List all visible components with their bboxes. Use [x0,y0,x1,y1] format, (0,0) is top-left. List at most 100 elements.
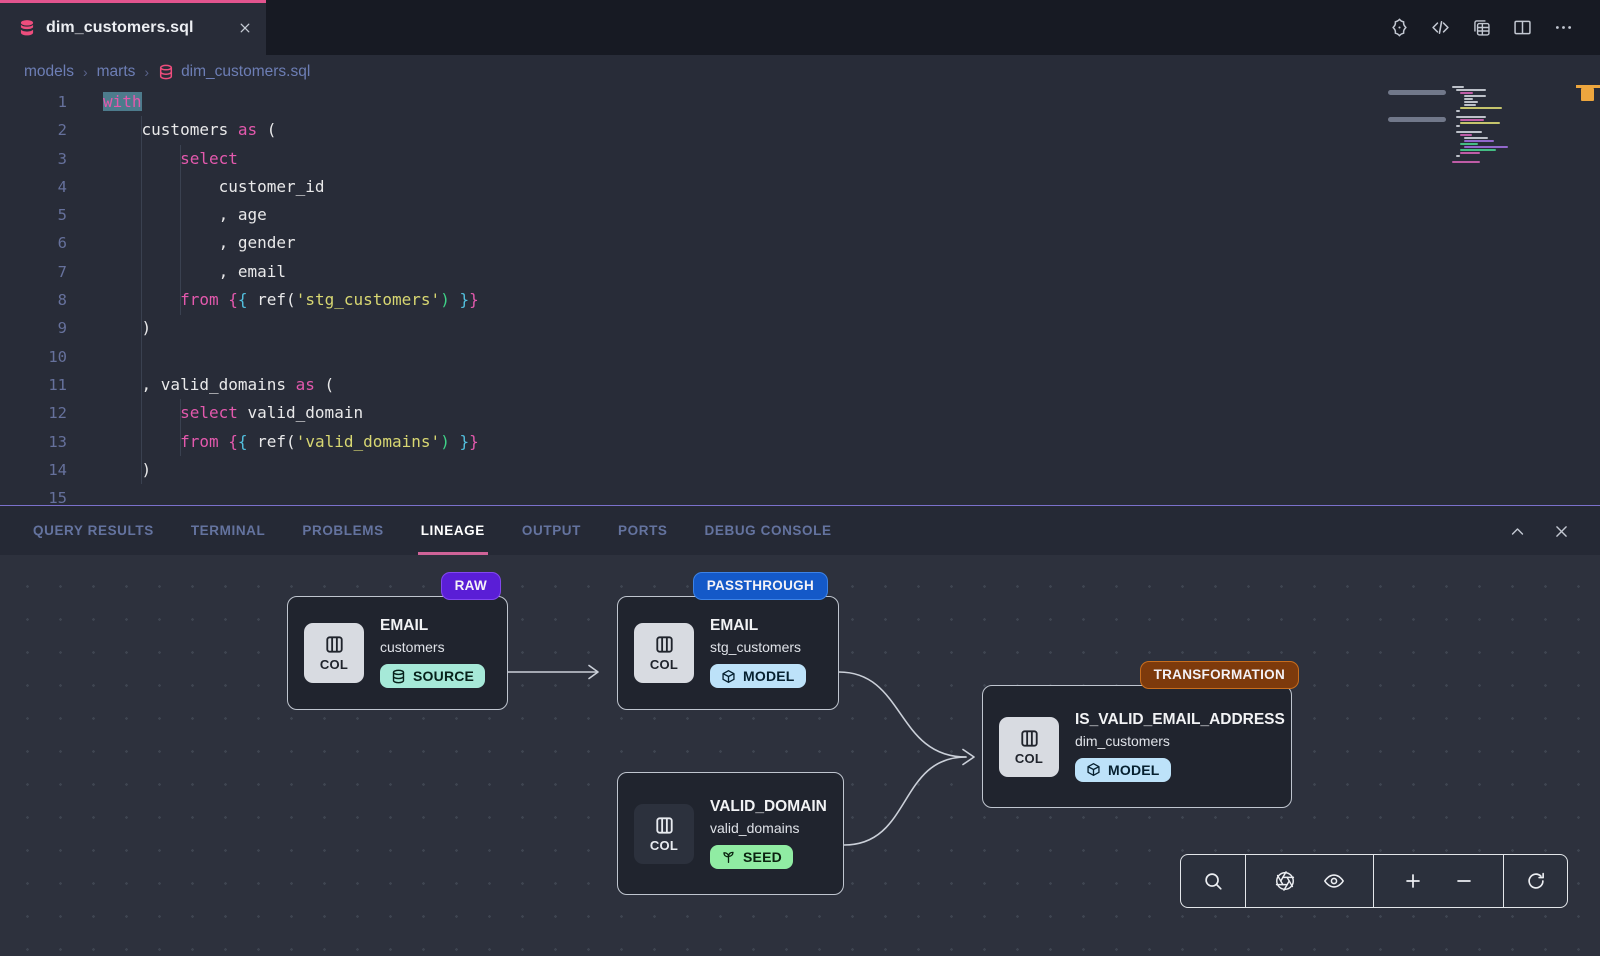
search-button[interactable] [1202,870,1224,892]
line-number: 8 [0,286,67,314]
panel-tab-ports[interactable]: PORTS [618,506,668,555]
panel-close-icon[interactable] [1553,523,1570,540]
lineage-node-stg_customers[interactable]: PASSTHROUGHCOLEMAILstg_customersMODEL [617,596,839,710]
panel-tab-lineage[interactable]: LINEAGE [421,506,485,555]
minimap-line [1460,152,1480,154]
code-line: 7 , email [0,258,1600,286]
lineage-node-customers[interactable]: RAWCOLEMAILcustomersSOURCE [287,596,508,710]
column-icon: COL [634,804,694,864]
lineage-node-dim_customers[interactable]: TRANSFORMATIONCOLIS_VALID_EMAIL_ADDRESSd… [982,685,1292,808]
code-line: 2 customers as ( [0,116,1600,144]
breadcrumb-item[interactable]: models [24,63,74,81]
panel-collapse-icon[interactable] [1509,523,1526,540]
panel-tab-query-results[interactable]: QUERY RESULTS [33,506,154,555]
line-number: 11 [0,371,67,399]
node-tag: RAW [441,572,501,600]
minimap-line [1464,101,1478,103]
indent-guide [180,399,181,456]
line-number: 14 [0,456,67,484]
breadcrumb: models › marts › dim_customers.sql [24,55,310,88]
code-line: 8 from {{ ref('stg_customers') }} [0,286,1600,314]
node-subtitle: valid_domains [710,820,827,836]
query-results-table-icon[interactable] [1471,17,1492,38]
minimap-line [1460,134,1472,136]
tab-bar: dim_customers.sql [0,0,1600,55]
code-line: 6 , gender [0,229,1600,257]
minimap-line [1456,155,1460,157]
zoom-in-button[interactable] [1402,870,1424,892]
tab-label: dim_customers.sql [46,19,228,37]
database-icon [158,64,174,80]
editor-actions [1389,0,1574,55]
toggle-visibility-button[interactable] [1323,870,1345,892]
lineage-toolbar [1180,854,1568,908]
lineage-node-valid_domains[interactable]: COLVALID_DOMAINvalid_domainsSEED [617,772,844,895]
breadcrumb-separator: › [83,64,88,80]
indent-guide [180,145,181,315]
line-number: 5 [0,201,67,229]
node-subtitle: customers [380,639,485,655]
minimap-line [1464,98,1473,100]
line-number: 3 [0,145,67,173]
panel-tab-terminal[interactable]: TERMINAL [191,506,266,555]
cube-icon [721,669,736,684]
breadcrumb-separator: › [144,64,149,80]
panel-tab-debug-console[interactable]: DEBUG CONSOLE [705,506,832,555]
line-number: 4 [0,173,67,201]
code-line: 15 [0,484,1600,505]
minimap-line [1464,137,1488,139]
more-actions-icon[interactable] [1553,17,1574,38]
panel-tab-problems[interactable]: PROBLEMS [302,506,383,555]
minimap-highlight-bar [1388,90,1446,95]
minimap-line [1464,104,1476,106]
panel-tab-bar: QUERY RESULTS TERMINAL PROBLEMS LINEAGE OUTP… [0,505,1600,555]
line-number: 6 [0,229,67,257]
minimap-line [1460,122,1500,124]
minimap-line [1456,116,1486,118]
lineage-canvas[interactable]: RAWCOLEMAILcustomersSOURCEPASSTHROUGHCOL… [0,555,1600,956]
node-type-badge: MODEL [1075,758,1171,782]
code-line: 5 , age [0,201,1600,229]
breadcrumb-item[interactable]: marts [97,63,136,81]
line-number: 15 [0,484,67,505]
line-number: 12 [0,399,67,427]
code-line: 3 select [0,145,1600,173]
column-icon: COL [304,623,364,683]
node-tag: PASSTHROUGH [693,572,828,600]
code-line: 11 , valid_domains as ( [0,371,1600,399]
code-editor[interactable]: models › marts › dim_customers.sql 1with2 cu… [0,55,1600,505]
code-line: 13 from {{ ref('valid_domains') }} [0,428,1600,456]
code-line: 10 [0,343,1600,371]
minimap-line [1452,161,1480,163]
dbt-logo-icon[interactable] [1389,17,1410,38]
line-number: 2 [0,116,67,144]
compiled-code-icon[interactable] [1430,17,1451,38]
fit-view-button[interactable] [1274,870,1296,892]
node-title: EMAIL [380,617,485,635]
panel-tab-output[interactable]: OUTPUT [522,506,581,555]
minimap-line [1460,92,1473,94]
minimap-line [1460,119,1484,121]
minimap-line [1460,149,1496,151]
line-number: 13 [0,428,67,456]
line-number: 1 [0,88,67,116]
code-line: 14 ) [0,456,1600,484]
minimap-highlight-bar [1388,117,1446,122]
minimap-line [1464,140,1494,142]
tab-close-icon[interactable] [238,21,252,35]
refresh-button[interactable] [1525,870,1547,892]
node-title: VALID_DOMAIN [710,798,827,816]
minimap-line [1456,89,1486,91]
database-icon [18,19,36,37]
node-title: IS_VALID_EMAIL_ADDRESS [1075,711,1275,729]
minimap-line [1456,125,1460,127]
split-editor-icon[interactable] [1512,17,1533,38]
line-number: 7 [0,258,67,286]
minimap-line [1460,143,1478,145]
overview-ruler-marker [1581,88,1594,101]
code-area[interactable]: 1with2 customers as (3 select4 customer_… [0,88,1600,505]
zoom-out-button[interactable] [1453,870,1475,892]
breadcrumb-item[interactable]: dim_customers.sql [158,63,310,81]
editor-tab[interactable]: dim_customers.sql [0,0,266,55]
minimap[interactable] [1452,86,1556,164]
